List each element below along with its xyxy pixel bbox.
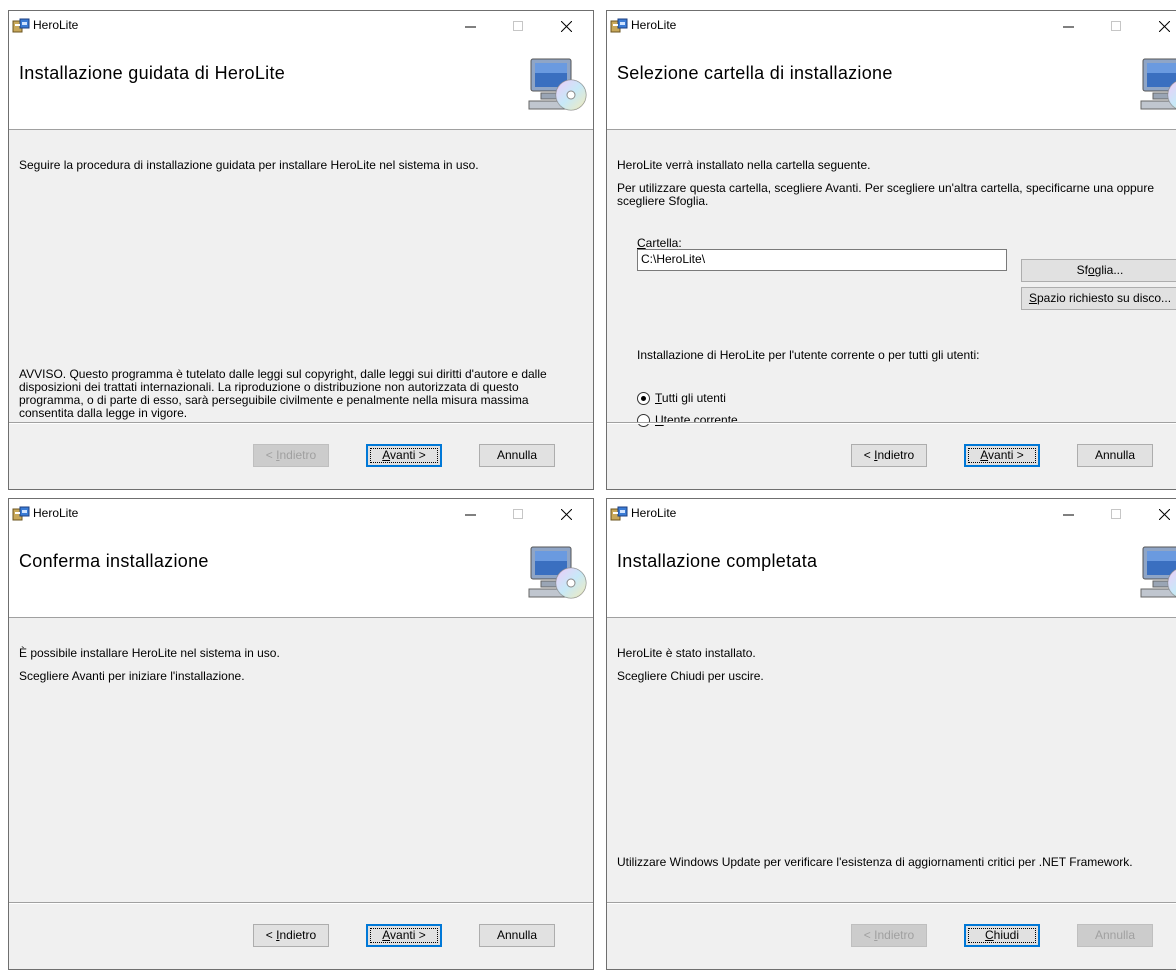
- window-title: HeroLite: [33, 18, 79, 32]
- content-area: HeroLite è stato installato. Scegliere C…: [607, 617, 1176, 903]
- computer-cd-icon: [528, 546, 587, 599]
- finish-close-button[interactable]: Chiudi: [964, 924, 1040, 947]
- installed-message: HeroLite è stato installato.: [617, 646, 756, 660]
- installer-app-icon: [610, 18, 628, 33]
- maximize-button[interactable]: [1101, 15, 1131, 37]
- browse-button[interactable]: Sfoglia...: [1021, 259, 1176, 282]
- computer-cd-icon: [528, 58, 587, 111]
- content-area: Seguire la procedura di installazione gu…: [9, 129, 593, 423]
- footer-divider: [9, 902, 593, 904]
- page-title: Selezione cartella di installazione: [617, 63, 893, 83]
- intro-text: Seguire la procedura di installazione gu…: [19, 158, 479, 172]
- cancel-button[interactable]: Annulla: [1077, 444, 1153, 467]
- installer-app-icon: [610, 506, 628, 521]
- footer-divider: [607, 422, 1176, 424]
- minimize-button[interactable]: [455, 15, 485, 37]
- window-title: HeroLite: [631, 18, 677, 32]
- confirm-instructions: Scegliere Avanti per iniziare l'installa…: [19, 669, 245, 683]
- confirm-install-window: HeroLite Conferma installazione È possib…: [8, 498, 594, 970]
- install-folder-info: HeroLite verrà installato nella cartella…: [617, 158, 871, 172]
- installer-app-icon: [12, 18, 30, 33]
- next-button[interactable]: Avanti >: [964, 444, 1040, 467]
- page-title: Installazione completata: [617, 551, 818, 571]
- close-button[interactable]: [1149, 503, 1176, 525]
- header-banner: Selezione cartella di installazione: [607, 41, 1176, 130]
- close-button[interactable]: [551, 503, 581, 525]
- back-button[interactable]: < Indietro: [851, 924, 927, 947]
- page-title: Conferma installazione: [19, 551, 209, 571]
- install-scope-question: Installazione di HeroLite per l'utente c…: [637, 348, 980, 362]
- content-area: È possibile installare HeroLite nel sist…: [9, 617, 593, 903]
- footer-divider: [607, 902, 1176, 904]
- footer-divider: [9, 422, 593, 424]
- radio-indicator[interactable]: [637, 414, 650, 427]
- computer-cd-icon: [1140, 546, 1176, 598]
- header-banner: Conferma installazione: [9, 529, 593, 618]
- next-button[interactable]: Avanti >: [366, 924, 442, 947]
- window-title: HeroLite: [631, 506, 677, 520]
- back-button[interactable]: < Indietro: [253, 444, 329, 467]
- back-button[interactable]: < Indietro: [851, 444, 927, 467]
- confirm-text: È possibile installare HeroLite nel sist…: [19, 646, 280, 660]
- maximize-button[interactable]: [503, 503, 533, 525]
- minimize-button[interactable]: [1053, 15, 1083, 37]
- folder-selection-window: HeroLite Selezione cartella di installaz…: [606, 10, 1176, 490]
- title-bar[interactable]: HeroLite: [9, 11, 593, 41]
- header-banner: Installazione guidata di HeroLite: [9, 41, 593, 130]
- title-bar[interactable]: HeroLite: [607, 11, 1176, 41]
- folder-path-input[interactable]: C:\HeroLite\: [637, 249, 1007, 271]
- title-bar[interactable]: HeroLite: [607, 499, 1176, 529]
- maximize-button[interactable]: [503, 15, 533, 37]
- welcome-window: HeroLite Installazione guidata di HeroLi…: [8, 10, 594, 490]
- radio-selected-indicator[interactable]: [637, 392, 650, 405]
- maximize-button[interactable]: [1101, 503, 1131, 525]
- header-banner: Installazione completata: [607, 529, 1176, 618]
- minimize-button[interactable]: [1053, 503, 1083, 525]
- window-title: HeroLite: [33, 506, 79, 520]
- close-button[interactable]: [551, 15, 581, 37]
- back-button[interactable]: < Indietro: [253, 924, 329, 947]
- title-bar[interactable]: HeroLite: [9, 499, 593, 529]
- copyright-warning: AVVISO. Questo programma è tutelato dall…: [19, 367, 547, 420]
- installer-app-icon: [12, 506, 30, 521]
- close-button[interactable]: [1149, 15, 1176, 37]
- windows-update-note: Utilizzare Windows Update per verificare…: [617, 855, 1133, 869]
- computer-cd-icon: [1140, 58, 1176, 110]
- page-title: Installazione guidata di HeroLite: [19, 63, 286, 83]
- cancel-button[interactable]: Annulla: [479, 444, 555, 467]
- next-button[interactable]: Avanti >: [366, 444, 442, 467]
- content-area: HeroLite verrà installato nella cartella…: [607, 129, 1176, 427]
- folder-instructions: Per utilizzare questa cartella, sceglier…: [617, 181, 1155, 208]
- close-instructions: Scegliere Chiudi per uscire.: [617, 669, 764, 683]
- install-complete-window: HeroLite Installazione completata HeroLi…: [606, 498, 1176, 970]
- cancel-button[interactable]: Annulla: [479, 924, 555, 947]
- cancel-button[interactable]: Annulla: [1077, 924, 1153, 947]
- disk-space-button[interactable]: Spazio richiesto su disco...: [1021, 287, 1176, 310]
- minimize-button[interactable]: [455, 503, 485, 525]
